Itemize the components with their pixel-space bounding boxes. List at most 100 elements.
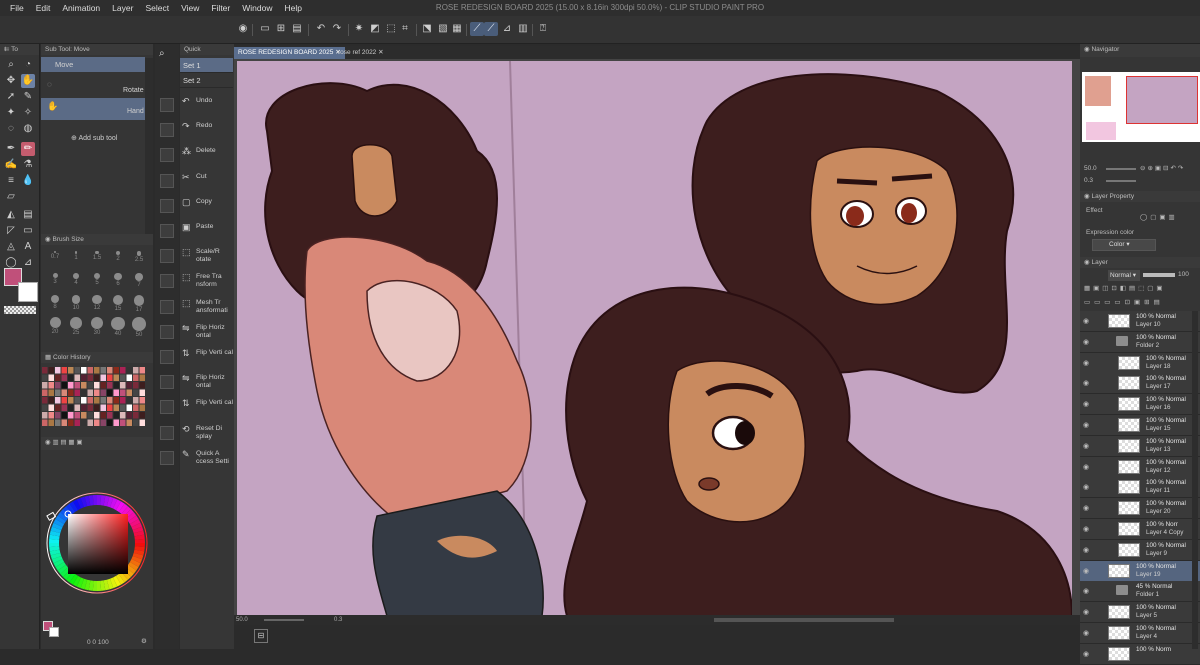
history-swatch[interactable] — [42, 374, 48, 382]
history-swatch[interactable] — [126, 404, 133, 412]
history-swatch[interactable] — [81, 367, 87, 374]
history-swatch[interactable] — [74, 404, 81, 412]
brush-size-option[interactable]: 0.7 — [45, 248, 65, 268]
nav-zoom-slider[interactable] — [1106, 168, 1136, 170]
visibility-eye-icon[interactable]: ◉ — [1083, 317, 1089, 325]
history-swatch[interactable] — [61, 412, 68, 419]
zoom-tool-icon[interactable]: ⌕ — [4, 58, 18, 72]
visibility-eye-icon[interactable]: ◉ — [1083, 629, 1089, 637]
opacity-value[interactable]: 100 — [1178, 271, 1189, 278]
history-swatch[interactable] — [107, 374, 113, 382]
layer-row[interactable]: ◉ 100 % Normal Layer 18 — [1080, 352, 1200, 374]
layer-row[interactable]: ◉ 100 % Normal Layer 11 — [1080, 477, 1200, 499]
quick-side-button[interactable] — [160, 123, 174, 138]
history-swatch[interactable] — [55, 412, 61, 419]
fill-tool-icon[interactable]: ◭ — [4, 208, 18, 222]
brush-size-option[interactable]: 5 — [87, 270, 107, 290]
quick-side-button[interactable] — [160, 274, 174, 289]
history-swatch[interactable] — [48, 419, 55, 427]
history-swatch[interactable] — [87, 404, 94, 412]
quick-side-button[interactable] — [160, 98, 174, 112]
visibility-eye-icon[interactable]: ◉ — [1083, 379, 1089, 387]
open-icon[interactable]: ⊞ — [274, 22, 288, 36]
history-swatch[interactable] — [42, 367, 48, 374]
brush-size-option[interactable]: 2 — [108, 248, 128, 268]
move-tool-icon[interactable]: ✥ — [4, 74, 18, 88]
color-history-swatches[interactable] — [41, 366, 153, 434]
history-swatch[interactable] — [133, 404, 139, 412]
history-swatch[interactable] — [42, 419, 48, 427]
hand-tool-icon[interactable]: ✋ — [21, 74, 35, 88]
quick-action[interactable]: ▢ Copy — [180, 197, 234, 206]
history-swatch[interactable] — [61, 367, 68, 374]
visibility-eye-icon[interactable]: ◉ — [1083, 338, 1089, 346]
history-swatch[interactable] — [48, 389, 55, 397]
layer-folder-row[interactable]: ◉ 100 % Normal Folder 2 — [1080, 331, 1200, 353]
layer-row[interactable]: ◉ 100 % Normal Layer 10 — [1080, 311, 1200, 332]
quick-action[interactable]: ⟲ Reset Di splay — [180, 424, 234, 441]
history-swatch[interactable] — [42, 404, 48, 412]
frame-tool-icon[interactable]: ▭ — [21, 224, 35, 238]
history-swatch[interactable] — [133, 397, 139, 404]
history-swatch[interactable] — [126, 389, 133, 397]
history-swatch[interactable] — [94, 419, 100, 427]
history-swatch[interactable] — [68, 382, 74, 389]
history-swatch[interactable] — [100, 382, 107, 389]
quick-side-button[interactable] — [160, 299, 174, 314]
gradient-tool-icon[interactable]: ▤ — [21, 208, 35, 222]
selection-tool-icon[interactable]: ✦ — [4, 106, 18, 120]
history-swatch[interactable] — [68, 389, 74, 397]
transform-icon[interactable]: ⬚ — [384, 22, 398, 36]
tab-rose-ref[interactable]: rose ref 2022 ✕ — [334, 47, 388, 59]
layer-row[interactable]: ◉ 100 % Normal Layer 15 — [1080, 415, 1200, 436]
brush-size-option[interactable]: 10 — [66, 292, 86, 312]
sub-color-swatch[interactable] — [18, 282, 38, 302]
pen-tool-icon[interactable]: ✒ — [4, 142, 18, 156]
quick-side-button[interactable] — [160, 375, 174, 390]
operation-tool-icon[interactable]: ➚ — [4, 90, 18, 104]
quick-action[interactable]: ↶ Undo — [180, 97, 234, 106]
history-swatch[interactable] — [74, 389, 81, 397]
save-icon[interactable]: ▤ — [290, 22, 304, 36]
history-swatch[interactable] — [94, 367, 100, 374]
history-swatch[interactable] — [81, 419, 87, 427]
history-swatch[interactable] — [68, 404, 74, 412]
nav-angle-value[interactable]: 0.3 — [1084, 177, 1093, 184]
quick-side-button[interactable] — [160, 249, 174, 264]
blend-mode-select[interactable]: Normal ▾ — [1108, 270, 1140, 281]
visibility-eye-icon[interactable]: ◉ — [1083, 400, 1089, 408]
visibility-eye-icon[interactable]: ◉ — [1083, 525, 1089, 533]
ruler-icon[interactable]: ⊿ — [500, 22, 514, 36]
layer-row[interactable]: ◉ 100 % Normal Layer 12 — [1080, 456, 1200, 478]
history-swatch[interactable] — [107, 419, 113, 427]
quick-action[interactable]: ▣ Paste — [180, 223, 234, 232]
history-swatch[interactable] — [55, 367, 61, 374]
menu-animation[interactable]: Animation — [56, 0, 106, 16]
quick-action[interactable]: ⇅ Flip Verti cal — [180, 399, 234, 408]
brush-size-option[interactable]: 30 — [87, 314, 107, 336]
visibility-eye-icon[interactable]: ◉ — [1083, 504, 1089, 512]
quick-action[interactable]: ⇅ Flip Verti cal — [180, 349, 234, 358]
brush-size-option[interactable]: 1.5 — [87, 248, 107, 268]
quick-side-button[interactable] — [160, 400, 174, 415]
history-swatch[interactable] — [139, 412, 146, 419]
history-swatch[interactable] — [107, 404, 113, 412]
history-swatch[interactable] — [139, 404, 146, 412]
history-swatch[interactable] — [94, 404, 100, 412]
history-swatch[interactable] — [113, 419, 120, 427]
snap-ruler-icon[interactable]: ⟋ — [470, 22, 484, 36]
brush-size-option[interactable]: 50 — [129, 314, 149, 338]
quick-side-button[interactable] — [160, 198, 174, 213]
panel-toggle-icon[interactable]: ⊟ — [254, 629, 268, 643]
figure-tool-icon[interactable]: ◸ — [4, 224, 18, 238]
history-swatch[interactable] — [68, 412, 74, 419]
history-swatch[interactable] — [126, 412, 133, 419]
search-icon[interactable]: ⌕ — [159, 48, 165, 59]
new-icon[interactable]: ▭ — [258, 22, 272, 36]
brush-size-option[interactable]: 8 — [45, 292, 65, 312]
rotate-tool-icon[interactable]: ◍ — [21, 122, 35, 136]
blur-tool-icon[interactable]: 💧 — [21, 174, 35, 188]
history-swatch[interactable] — [81, 382, 87, 389]
layer-action-icons[interactable]: ▭▭▭▭⊡▣⊞▤ — [1084, 298, 1164, 306]
zoom-slider[interactable] — [264, 619, 304, 621]
